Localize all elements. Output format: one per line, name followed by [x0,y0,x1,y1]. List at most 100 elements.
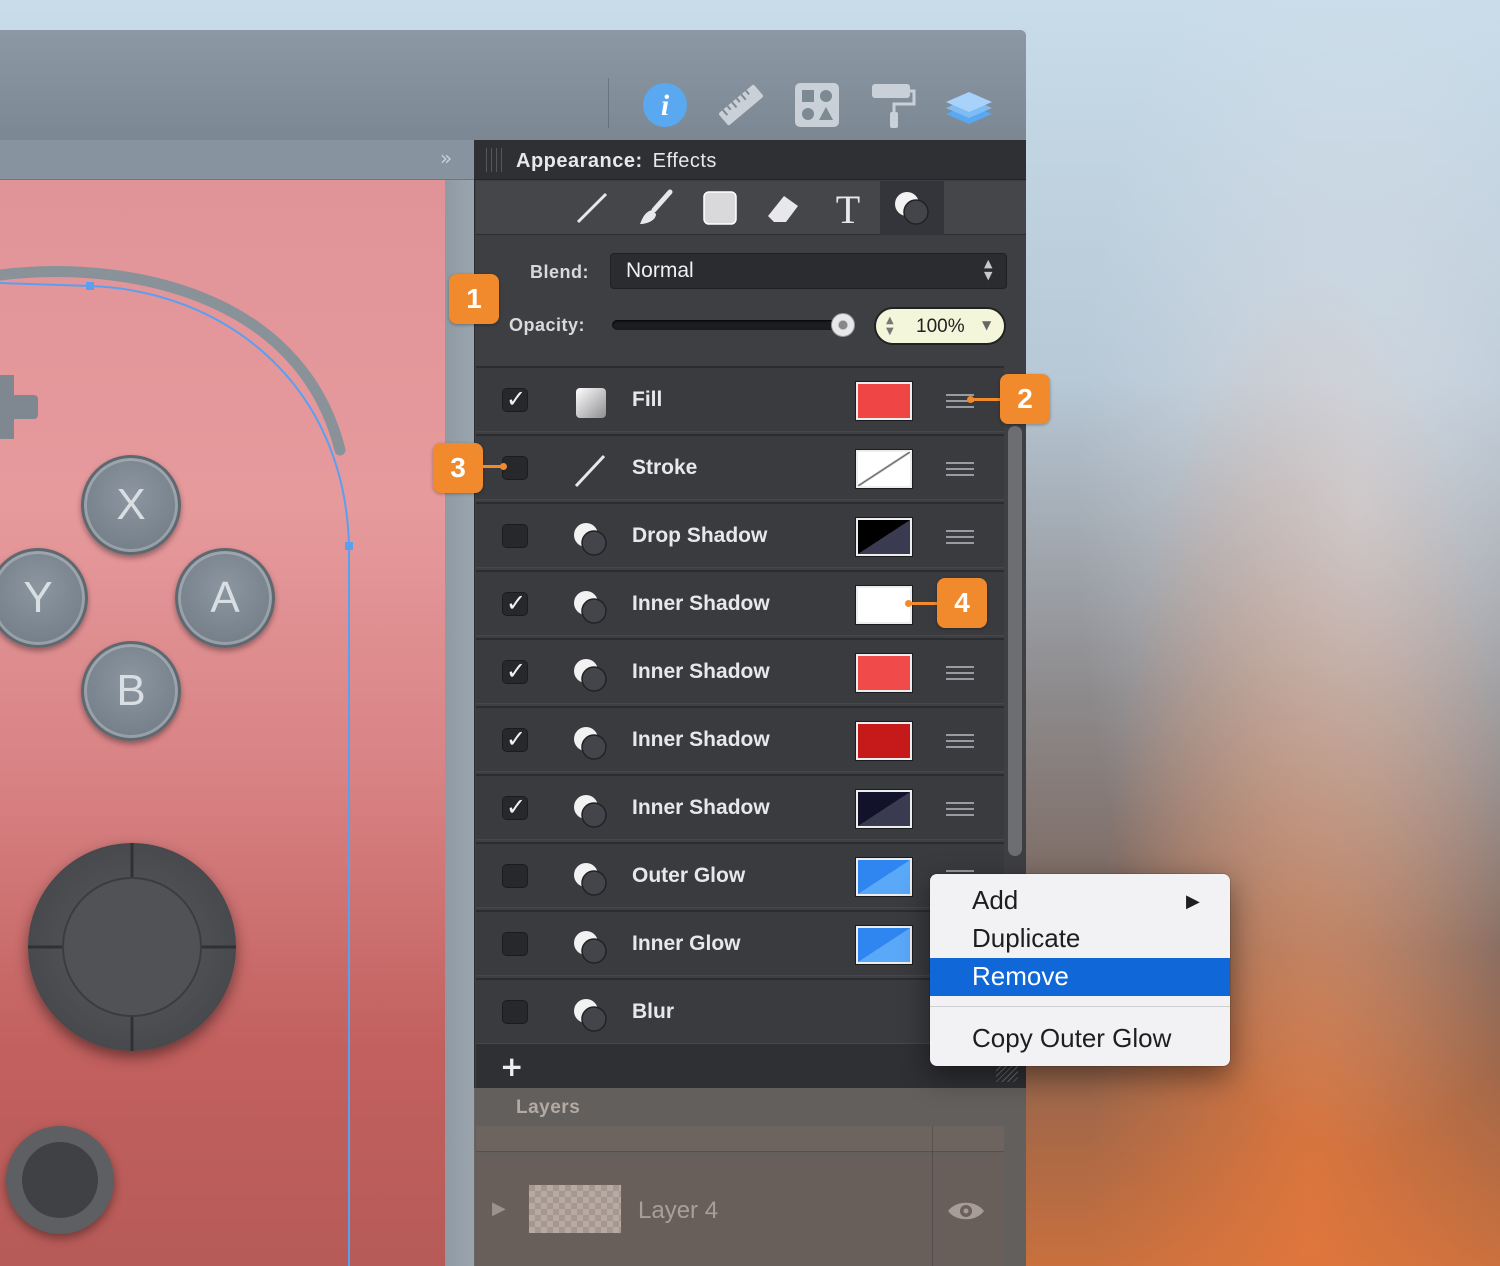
fill-icon [576,388,606,418]
callout-4: 4 [937,578,987,628]
face-button-label: X [116,480,146,529]
opacity-stepper-icon[interactable]: ▲ ▼ [886,315,894,337]
layer-thumbnail [528,1184,622,1234]
effect-checkbox[interactable]: ✓ [502,657,528,685]
effects-scrollbar-thumb[interactable] [1008,426,1022,856]
color-swatch[interactable] [856,586,912,624]
paint-roller-icon[interactable] [868,82,918,128]
panel-title: Appearance: Effects [516,150,717,173]
effect-checkbox[interactable] [502,524,528,548]
effect-label: Blur [632,1000,674,1023]
layers-icon[interactable] [944,82,994,128]
row-options-icon[interactable] [946,530,974,544]
effect-icon [574,591,607,624]
opacity-dropdown-icon[interactable]: ▼ [982,318,991,332]
row-options-icon[interactable] [946,802,974,816]
row-options-icon[interactable] [946,462,974,476]
shape-tool-icon[interactable] [688,181,752,235]
effect-checkbox[interactable]: ✓ [502,385,528,413]
effect-icon [574,931,607,964]
effect-checkbox[interactable]: ✓ [502,793,528,821]
layer-name[interactable]: Layer 4 [638,1197,718,1225]
color-swatch[interactable] [856,926,912,964]
color-swatch[interactable] [856,382,912,420]
menu-item-remove[interactable]: Remove [930,958,1230,996]
effect-checkbox[interactable]: ✓ [502,589,528,617]
callout-2-line [971,398,1001,401]
effect-checkbox[interactable]: ✓ [502,725,528,753]
eraser-tool-icon[interactable] [752,181,816,235]
face-button-label: A [210,573,240,622]
effect-icon [574,999,607,1032]
effect-label: Stroke [632,456,698,479]
effect-row[interactable]: Stroke [476,434,1004,500]
checkmark-icon: ✓ [506,657,527,685]
blend-mode-select[interactable]: Normal [610,253,1007,289]
effect-row[interactable]: Outer Glow [476,842,1004,908]
face-button-a: A [175,548,275,648]
color-swatch[interactable] [856,518,912,556]
effects-tool-icon[interactable] [880,181,944,235]
face-button-x: X [81,455,181,555]
effect-row[interactable]: Blur [476,978,1004,1044]
effect-checkbox[interactable] [502,932,528,956]
submenu-arrow-icon: ▶ [1186,891,1200,912]
context-menu: Add Duplicate Remove Copy Outer Glow [930,874,1230,1066]
face-button-b: B [81,641,181,741]
color-swatch[interactable] [856,790,912,828]
callout-3: 3 [433,443,483,493]
panel-title-mode: Effects [652,150,717,172]
row-options-icon[interactable] [946,666,974,680]
effect-label: Inner Shadow [632,592,770,615]
color-swatch[interactable] [856,654,912,692]
brush-tool-icon[interactable] [624,181,688,235]
info-icon[interactable]: i [640,82,690,128]
shapes-icon[interactable] [792,82,842,128]
analog-stick-cap [62,877,202,1017]
color-swatch[interactable] [856,722,912,760]
desktop-background [1026,0,1500,1266]
panel-grip-icon[interactable] [486,148,504,172]
opacity-slider-knob[interactable] [831,313,855,337]
color-swatch[interactable] [856,858,912,896]
text-tool-icon[interactable]: T [816,181,880,235]
select-arrows-icon: ▲ ▼ [984,257,993,282]
menu-item-duplicate[interactable]: Duplicate [930,920,1230,958]
menu-item-copy-outer-glow[interactable]: Copy Outer Glow [930,1020,1230,1058]
checkmark-icon: ✓ [506,793,527,821]
effect-icon [574,863,607,896]
effect-icon [574,727,607,760]
opacity-label: Opacity: [509,315,586,335]
effect-checkbox[interactable] [502,1000,528,1024]
effect-label: Drop Shadow [632,524,768,547]
layers-title: Layers [516,1097,581,1118]
effect-row[interactable]: ✓ Inner Shadow [476,774,1004,840]
checkmark-icon: ✓ [506,725,527,753]
resize-grip-icon[interactable] [996,1066,1018,1082]
ruler-icon[interactable] [716,82,766,128]
controller-outline[interactable] [0,150,445,1266]
add-effect-button[interactable]: + [500,1050,523,1083]
canvas-edge [445,180,475,1266]
effect-row[interactable]: Drop Shadow [476,502,1004,568]
effect-label: Inner Shadow [632,728,770,751]
toolbar-divider [608,78,609,128]
effect-checkbox[interactable] [502,864,528,888]
effect-row[interactable]: ✓ Inner Shadow [476,706,1004,772]
color-swatch[interactable] [856,450,912,488]
effect-row[interactable]: ✓ Inner Shadow [476,638,1004,704]
effect-label: Outer Glow [632,864,746,887]
effect-row[interactable]: ✓ Fill [476,366,1004,432]
layer-column-divider [932,1126,933,1266]
opacity-slider[interactable] [612,320,850,330]
disclosure-triangle-icon[interactable]: ▶ [492,1198,506,1219]
panel-title-bold: Appearance: [516,150,643,172]
line-tool-icon[interactable] [560,181,624,235]
visibility-eye-icon[interactable] [946,1198,986,1224]
row-options-icon[interactable] [946,734,974,748]
face-button-label: B [116,666,146,715]
effect-row[interactable]: Inner Glow [476,910,1004,976]
menu-item-add[interactable]: Add [930,882,1230,920]
callout-2: 2 [1000,374,1050,424]
effect-label: Inner Shadow [632,796,770,819]
